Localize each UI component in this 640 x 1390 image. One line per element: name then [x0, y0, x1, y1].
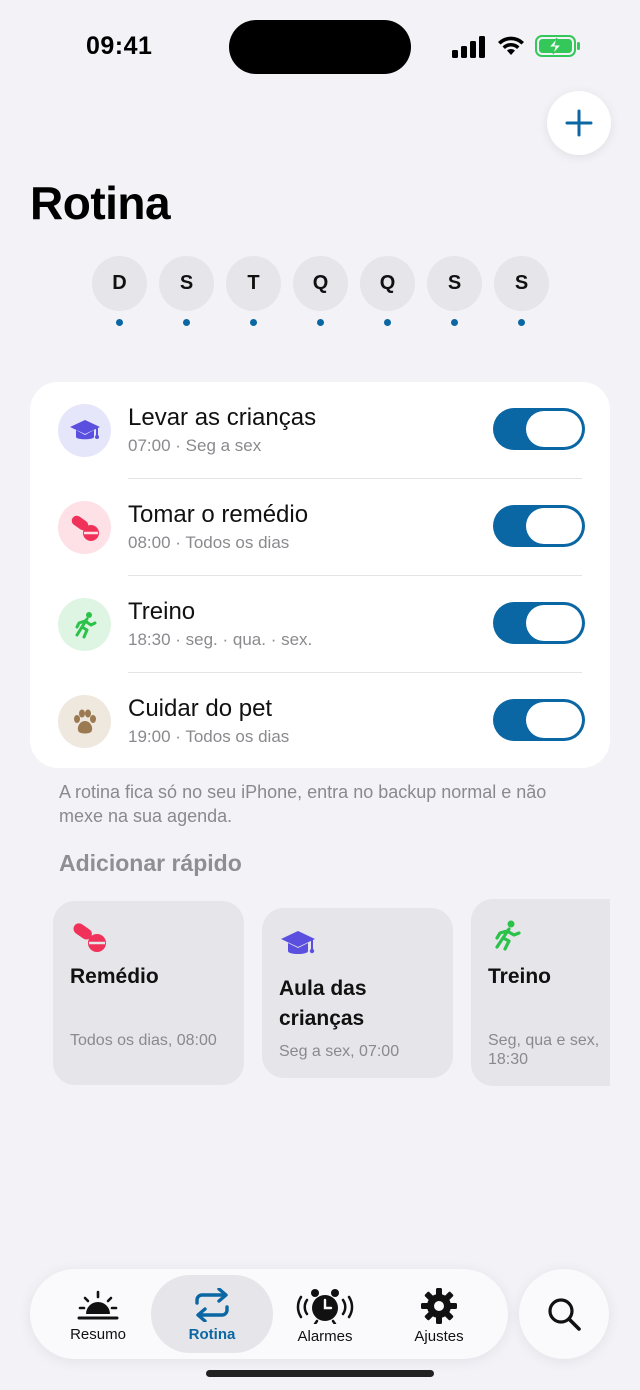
day-label: S — [159, 256, 214, 311]
tab-rotina[interactable]: Rotina — [151, 1275, 273, 1353]
gear-icon — [421, 1288, 457, 1324]
repeat-icon — [195, 1288, 229, 1322]
tab-alarmes[interactable]: Alarmes — [266, 1275, 384, 1353]
quick-add-card-schedule: Seg, qua e sex, 18:30 — [488, 1032, 600, 1068]
day-label: S — [494, 256, 549, 311]
quick-add-card-treino[interactable]: Treino Seg, qua e sex, 18:30 — [471, 899, 610, 1086]
day-label: Q — [293, 256, 348, 311]
day-dot — [116, 319, 123, 326]
home-indicator — [206, 1370, 434, 1377]
tab-label: Alarmes — [297, 1328, 353, 1345]
routine-title: Treino — [128, 598, 196, 625]
search-icon — [548, 1298, 581, 1331]
search-button[interactable] — [519, 1269, 609, 1359]
toggle-knob — [526, 411, 582, 447]
day-dot — [317, 319, 324, 326]
toggle-knob — [526, 605, 582, 641]
toggle-knob — [526, 508, 582, 544]
routine-title: Tomar o remédio — [128, 501, 309, 528]
day-label: S — [427, 256, 482, 311]
routine-row[interactable]: Treino 18:30 · seg. · qua. · sex. — [30, 576, 610, 673]
routine-schedule: 07:00 · Seg a sex — [128, 436, 262, 455]
day-saturday[interactable]: S — [494, 256, 549, 326]
day-dot — [518, 319, 525, 326]
quick-add-card-title: Aula das crianças — [279, 977, 367, 1030]
tab-bar: Resumo Rotina Alarmes Ajustes — [30, 1269, 508, 1359]
running-figure-icon — [495, 920, 521, 951]
quick-add-card-title: Treino — [488, 965, 552, 988]
status-time: 09:41 — [86, 32, 153, 60]
routine-toggle[interactable] — [493, 699, 585, 741]
quick-add-card-title: Remédio — [70, 965, 159, 988]
day-dot — [384, 319, 391, 326]
day-dot — [451, 319, 458, 326]
routine-schedule: 08:00 · Todos os dias — [128, 533, 290, 552]
day-label: T — [226, 256, 281, 311]
pills-icon — [58, 501, 111, 554]
routine-row[interactable]: Cuidar do pet 19:00 · Todos os dias — [30, 673, 610, 770]
day-thursday[interactable]: Q — [360, 256, 415, 326]
week-day-selector: D S T Q Q S S — [92, 256, 549, 326]
add-routine-button[interactable] — [547, 91, 611, 155]
page-title: Rotina — [30, 177, 171, 229]
routine-toggle[interactable] — [493, 408, 585, 450]
routine-title: Levar as crianças — [128, 404, 317, 431]
routine-row[interactable]: Levar as crianças 07:00 · Seg a sex — [30, 382, 610, 479]
plus-icon — [565, 109, 593, 137]
routine-row[interactable]: Tomar o remédio 08:00 · Todos os dias — [30, 479, 610, 576]
privacy-footnote: A rotina fica só no seu iPhone, entra no… — [59, 782, 547, 826]
battery-charging-icon — [535, 35, 580, 57]
routine-title: Cuidar do pet — [128, 695, 273, 722]
routine-toggle[interactable] — [493, 505, 585, 547]
day-dot — [250, 319, 257, 326]
toggle-knob — [526, 702, 582, 738]
paw-icon — [58, 695, 111, 748]
quick-add-card-schedule: Seg a sex, 07:00 — [279, 1043, 400, 1060]
tab-resumo[interactable]: Resumo — [38, 1275, 158, 1353]
day-sunday[interactable]: D — [92, 256, 147, 326]
routine-list: Levar as crianças 07:00 · Seg a sex Toma… — [30, 382, 610, 768]
day-wednesday[interactable]: Q — [293, 256, 348, 326]
wifi-icon — [498, 36, 524, 55]
tab-label: Resumo — [70, 1326, 126, 1343]
dynamic-island — [229, 20, 411, 74]
day-label: D — [92, 256, 147, 311]
tab-label: Ajustes — [414, 1328, 464, 1345]
routine-schedule: 18:30 · seg. · qua. · sex. — [128, 630, 313, 649]
graduation-cap-icon — [281, 931, 315, 954]
quick-add-title: Adicionar rápido — [59, 850, 242, 876]
day-tuesday[interactable]: T — [226, 256, 281, 326]
quick-add-card-remedio[interactable]: Remédio Todos os dias, 08:00 — [53, 901, 244, 1085]
sunrise-icon — [77, 1290, 119, 1320]
tab-label: Rotina — [188, 1326, 236, 1343]
status-bar: 09:41 — [0, 0, 640, 94]
routine-schedule: 19:00 · Todos os dias — [128, 727, 290, 746]
alarm-clock-icon — [296, 1289, 354, 1324]
pills-icon — [73, 923, 106, 952]
routine-toggle[interactable] — [493, 602, 585, 644]
quick-add-card-aula[interactable]: Aula das crianças Seg a sex, 07:00 — [262, 908, 453, 1078]
running-figure-icon — [58, 598, 111, 651]
quick-add-card-schedule: Todos os dias, 08:00 — [70, 1032, 217, 1049]
tab-ajustes[interactable]: Ajustes — [382, 1275, 496, 1353]
cellular-signal-icon — [452, 36, 485, 58]
day-friday[interactable]: S — [427, 256, 482, 326]
day-monday[interactable]: S — [159, 256, 214, 326]
graduation-cap-icon — [58, 404, 111, 457]
day-label: Q — [360, 256, 415, 311]
day-dot — [183, 319, 190, 326]
